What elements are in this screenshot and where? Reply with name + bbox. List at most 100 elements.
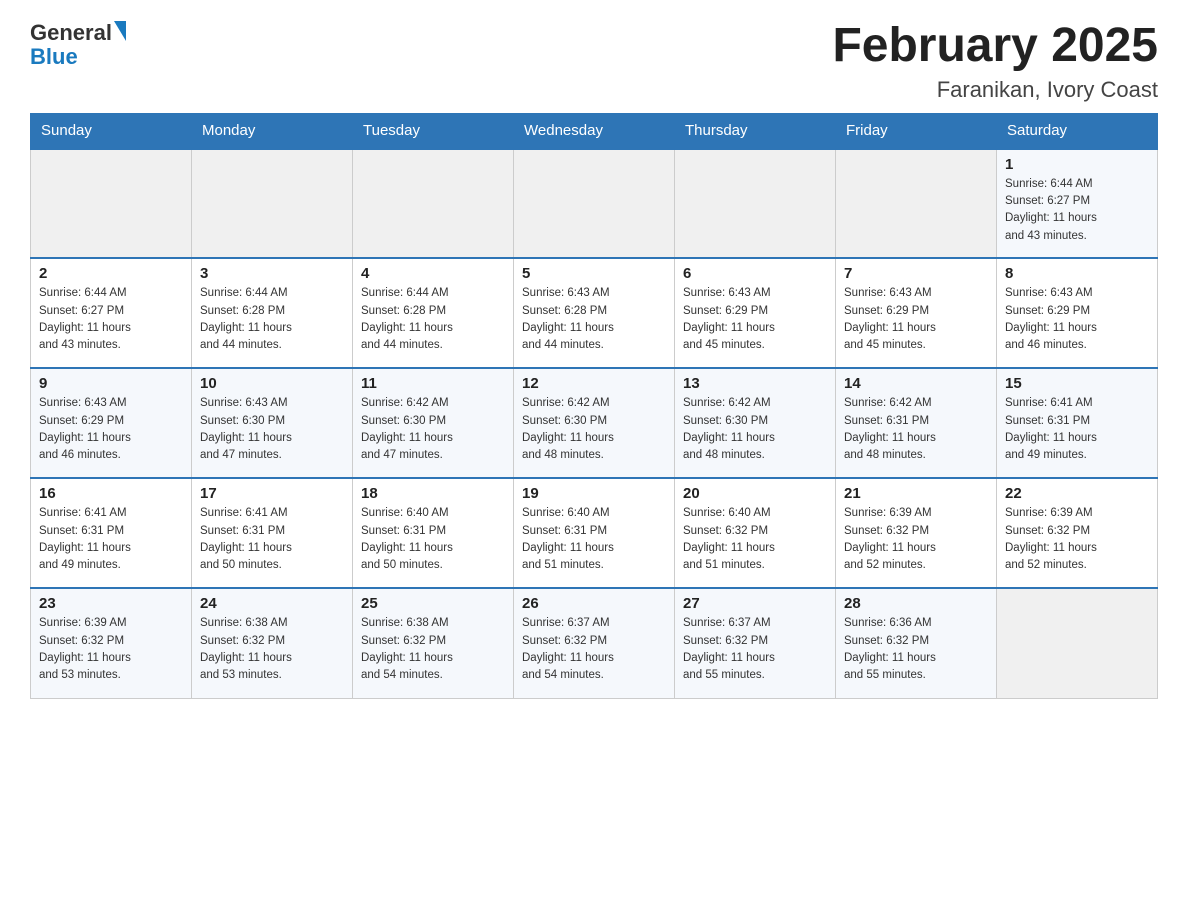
table-row: 1 Sunrise: 6:44 AM Sunset: 6:27 PM Daylig…: [997, 148, 1158, 258]
logo-triangle-icon: [114, 21, 126, 41]
table-row: 24Sunrise: 6:38 AM Sunset: 6:32 PM Dayli…: [192, 588, 353, 698]
table-row: 11 Sunrise: 6:42 AM Sunset: 6:30 PM Dayli…: [353, 368, 514, 478]
day-info: Sunrise: 6:42 AM Sunset: 6:31 PM Dayligh…: [844, 395, 988, 464]
day-info: Sunrise: 6:44 AM Sunset: 6:27 PM Dayligh…: [39, 285, 183, 354]
day-number: 22: [1005, 485, 1149, 502]
day-info: Sunrise: 6:38 AM Sunset: 6:32 PM Dayligh…: [361, 615, 505, 684]
day-info: Sunrise: 6:43 AM Sunset: 6:30 PM Dayligh…: [200, 395, 344, 464]
table-row: [675, 148, 836, 258]
col-tuesday: Tuesday: [353, 113, 514, 148]
day-info: Sunrise: 6:39 AM Sunset: 6:32 PM Dayligh…: [844, 505, 988, 574]
calendar-week-5: 23 Sunrise: 6:39 AM Sunset: 6:32 PM Dayli…: [31, 588, 1158, 698]
title-section: February 2025 Faranikan, Ivory Coast: [832, 20, 1158, 103]
table-row: 5 Sunrise: 6:43 AM Sunset: 6:28 PM Daylig…: [514, 258, 675, 368]
table-row: 3Sunrise: 6:44 AM Sunset: 6:28 PM Daylig…: [192, 258, 353, 368]
day-info: Sunrise: 6:43 AM Sunset: 6:29 PM Dayligh…: [39, 395, 183, 464]
table-row: 9 Sunrise: 6:43 AM Sunset: 6:29 PM Daylig…: [31, 368, 192, 478]
day-number: 8: [1005, 265, 1149, 282]
day-number: 26: [522, 595, 666, 612]
day-number: 19: [522, 485, 666, 502]
day-number: 16: [39, 485, 183, 502]
table-row: 7 Sunrise: 6:43 AM Sunset: 6:29 PM Daylig…: [836, 258, 997, 368]
table-row: 19 Sunrise: 6:40 AM Sunset: 6:31 PM Dayli…: [514, 478, 675, 588]
day-number: 27: [683, 595, 827, 612]
day-info: Sunrise: 6:44 AM Sunset: 6:28 PM Dayligh…: [361, 285, 505, 354]
day-info: Sunrise: 6:43 AM Sunset: 6:29 PM Dayligh…: [1005, 285, 1149, 354]
table-row: 27 Sunrise: 6:37 AM Sunset: 6:32 PM Dayli…: [675, 588, 836, 698]
table-row: 15 Sunrise: 6:41 AM Sunset: 6:31 PM Dayli…: [997, 368, 1158, 478]
day-number: 1: [1005, 156, 1149, 173]
table-row: 25 Sunrise: 6:38 AM Sunset: 6:32 PM Dayli…: [353, 588, 514, 698]
table-row: 12Sunrise: 6:42 AM Sunset: 6:30 PM Dayli…: [514, 368, 675, 478]
calendar-week-2: 2 Sunrise: 6:44 AM Sunset: 6:27 PM Daylig…: [31, 258, 1158, 368]
table-row: 28 Sunrise: 6:36 AM Sunset: 6:32 PM Dayli…: [836, 588, 997, 698]
day-number: 5: [522, 265, 666, 282]
col-monday: Monday: [192, 113, 353, 148]
day-info: Sunrise: 6:44 AM Sunset: 6:28 PM Dayligh…: [200, 285, 344, 354]
col-wednesday: Wednesday: [514, 113, 675, 148]
table-row: [192, 148, 353, 258]
day-number: 15: [1005, 375, 1149, 392]
table-row: 17Sunrise: 6:41 AM Sunset: 6:31 PM Dayli…: [192, 478, 353, 588]
table-row: 13 Sunrise: 6:42 AM Sunset: 6:30 PM Dayli…: [675, 368, 836, 478]
day-info: Sunrise: 6:40 AM Sunset: 6:31 PM Dayligh…: [522, 505, 666, 574]
table-row: [353, 148, 514, 258]
table-row: [514, 148, 675, 258]
table-row: 6 Sunrise: 6:43 AM Sunset: 6:29 PM Daylig…: [675, 258, 836, 368]
day-info: Sunrise: 6:39 AM Sunset: 6:32 PM Dayligh…: [1005, 505, 1149, 574]
col-thursday: Thursday: [675, 113, 836, 148]
table-row: 10 Sunrise: 6:43 AM Sunset: 6:30 PM Dayli…: [192, 368, 353, 478]
calendar-header-row: Sunday Monday Tuesday Wednesday Thursday…: [31, 113, 1158, 148]
day-info: Sunrise: 6:41 AM Sunset: 6:31 PM Dayligh…: [39, 505, 183, 574]
logo: General Blue: [30, 20, 126, 70]
day-number: 25: [361, 595, 505, 612]
day-info: Sunrise: 6:44 AM Sunset: 6:27 PM Dayligh…: [1005, 176, 1149, 245]
table-row: [836, 148, 997, 258]
day-info: Sunrise: 6:42 AM Sunset: 6:30 PM Dayligh…: [361, 395, 505, 464]
day-info: Sunrise: 6:40 AM Sunset: 6:32 PM Dayligh…: [683, 505, 827, 574]
table-row: 8 Sunrise: 6:43 AM Sunset: 6:29 PM Daylig…: [997, 258, 1158, 368]
day-number: 28: [844, 595, 988, 612]
day-number: 6: [683, 265, 827, 282]
col-sunday: Sunday: [31, 113, 192, 148]
day-info: Sunrise: 6:42 AM Sunset: 6:30 PM Dayligh…: [683, 395, 827, 464]
logo-general-text: General: [30, 20, 112, 46]
table-row: 20 Sunrise: 6:40 AM Sunset: 6:32 PM Dayli…: [675, 478, 836, 588]
table-row: 2 Sunrise: 6:44 AM Sunset: 6:27 PM Daylig…: [31, 258, 192, 368]
table-row: 14 Sunrise: 6:42 AM Sunset: 6:31 PM Dayli…: [836, 368, 997, 478]
day-info: Sunrise: 6:37 AM Sunset: 6:32 PM Dayligh…: [683, 615, 827, 684]
day-number: 20: [683, 485, 827, 502]
day-number: 23: [39, 595, 183, 612]
day-info: Sunrise: 6:43 AM Sunset: 6:29 PM Dayligh…: [683, 285, 827, 354]
table-row: [997, 588, 1158, 698]
page-header: General Blue February 2025 Faranikan, Iv…: [30, 20, 1158, 103]
table-row: 22 Sunrise: 6:39 AM Sunset: 6:32 PM Dayli…: [997, 478, 1158, 588]
day-info: Sunrise: 6:41 AM Sunset: 6:31 PM Dayligh…: [1005, 395, 1149, 464]
day-number: 2: [39, 265, 183, 282]
day-info: Sunrise: 6:36 AM Sunset: 6:32 PM Dayligh…: [844, 615, 988, 684]
table-row: 4 Sunrise: 6:44 AM Sunset: 6:28 PM Daylig…: [353, 258, 514, 368]
day-number: 11: [361, 375, 505, 392]
day-number: 4: [361, 265, 505, 282]
day-info: Sunrise: 6:43 AM Sunset: 6:29 PM Dayligh…: [844, 285, 988, 354]
calendar-week-3: 9 Sunrise: 6:43 AM Sunset: 6:29 PM Daylig…: [31, 368, 1158, 478]
day-number: 7: [844, 265, 988, 282]
location-subtitle: Faranikan, Ivory Coast: [832, 77, 1158, 103]
table-row: 23 Sunrise: 6:39 AM Sunset: 6:32 PM Dayli…: [31, 588, 192, 698]
day-number: 9: [39, 375, 183, 392]
day-info: Sunrise: 6:39 AM Sunset: 6:32 PM Dayligh…: [39, 615, 183, 684]
table-row: 21Sunrise: 6:39 AM Sunset: 6:32 PM Dayli…: [836, 478, 997, 588]
day-info: Sunrise: 6:41 AM Sunset: 6:31 PM Dayligh…: [200, 505, 344, 574]
day-number: 14: [844, 375, 988, 392]
logo-blue-text: Blue: [30, 44, 78, 70]
day-info: Sunrise: 6:43 AM Sunset: 6:28 PM Dayligh…: [522, 285, 666, 354]
calendar-week-4: 16 Sunrise: 6:41 AM Sunset: 6:31 PM Dayli…: [31, 478, 1158, 588]
day-number: 10: [200, 375, 344, 392]
table-row: 16 Sunrise: 6:41 AM Sunset: 6:31 PM Dayli…: [31, 478, 192, 588]
month-title: February 2025: [832, 20, 1158, 73]
col-friday: Friday: [836, 113, 997, 148]
day-number: 24: [200, 595, 344, 612]
calendar-week-1: 1 Sunrise: 6:44 AM Sunset: 6:27 PM Daylig…: [31, 148, 1158, 258]
day-number: 13: [683, 375, 827, 392]
table-row: 26Sunrise: 6:37 AM Sunset: 6:32 PM Dayli…: [514, 588, 675, 698]
